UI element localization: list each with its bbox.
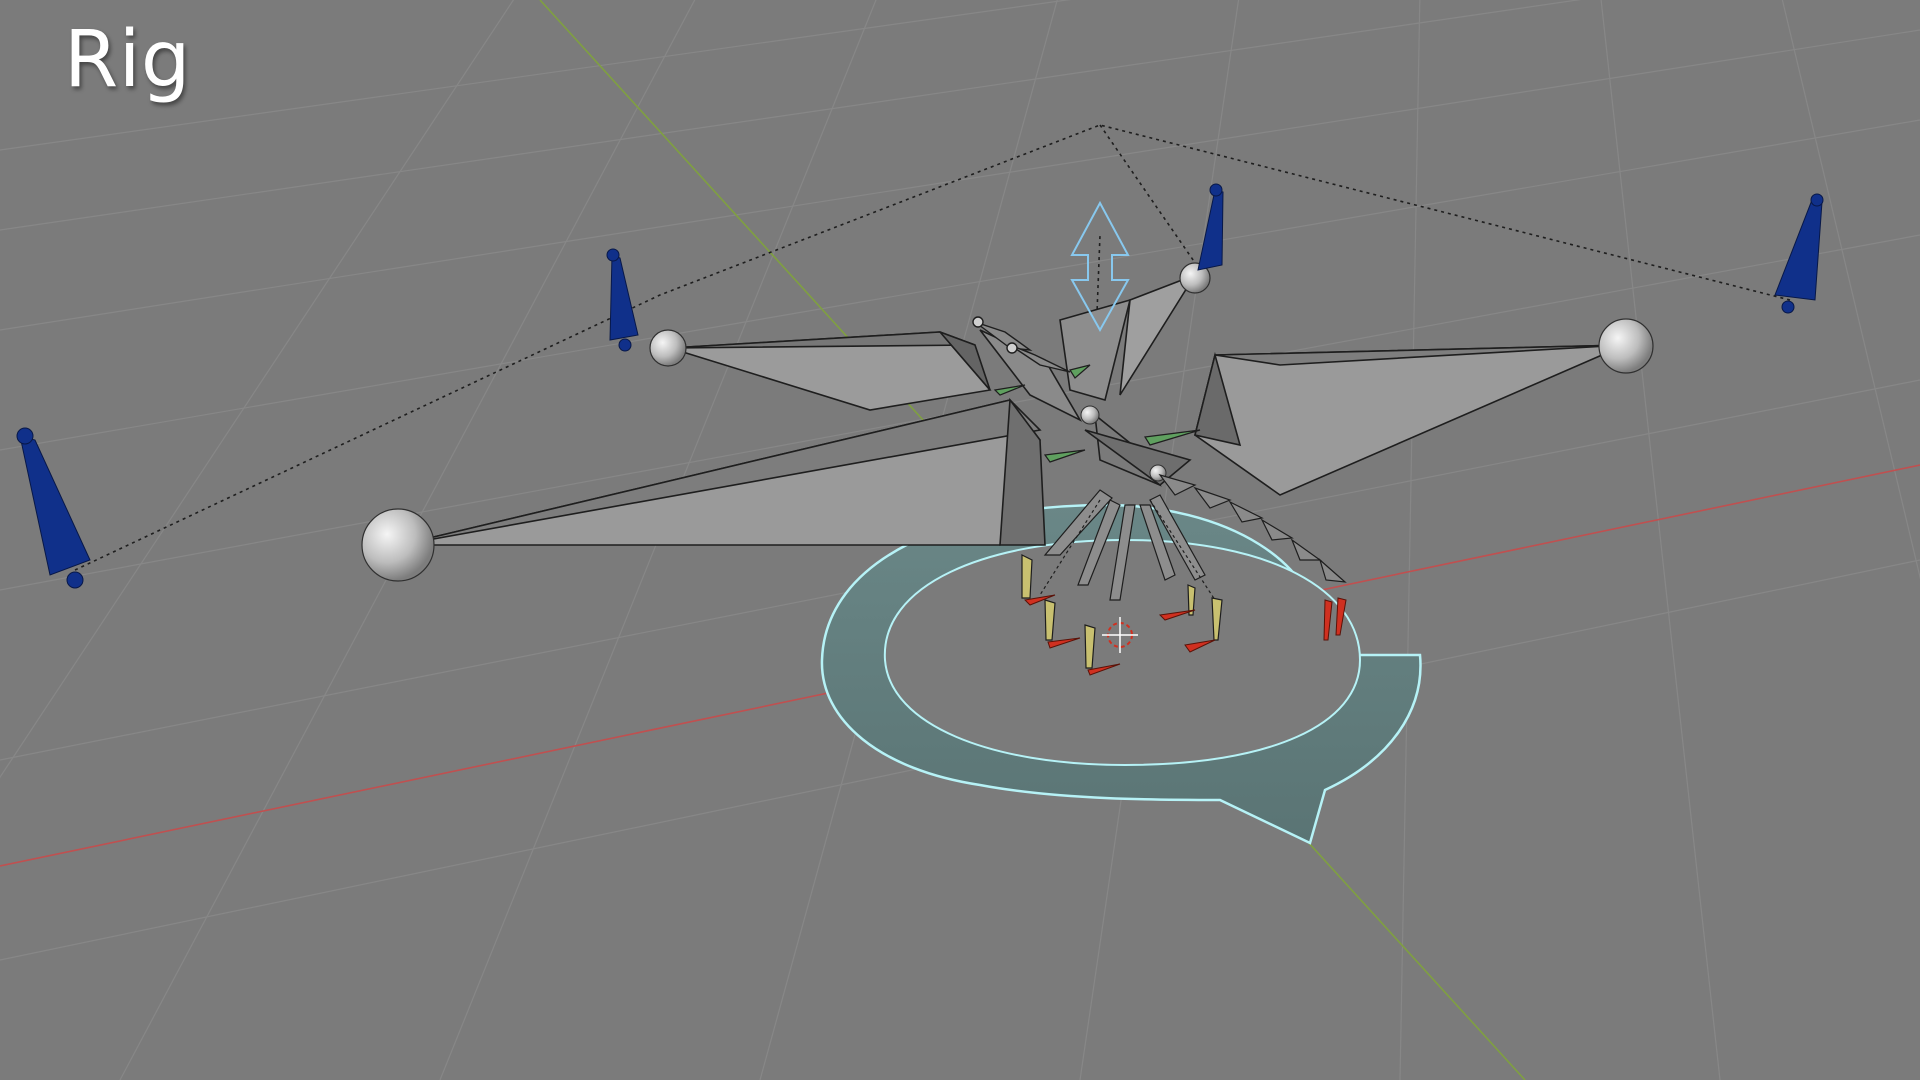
viewport-title: Rig — [64, 15, 191, 105]
ik-target-center[interactable] — [1197, 183, 1224, 271]
chest-joint[interactable] — [1080, 405, 1100, 425]
wing-joint-left-lower[interactable] — [361, 508, 435, 582]
wing-joint-left-upper[interactable] — [649, 329, 687, 367]
3d-viewport[interactable]: Rig — [0, 0, 1920, 1080]
ik-target-left-far[interactable] — [16, 427, 91, 589]
wing-bone-right[interactable] — [1194, 344, 1626, 496]
ik-target-left-near[interactable] — [606, 248, 639, 352]
scene-canvas[interactable] — [0, 0, 1920, 1080]
wing-bone-left-lower[interactable] — [399, 397, 1046, 546]
wing-joint-right[interactable] — [1598, 318, 1654, 374]
ik-target-right[interactable] — [1774, 193, 1824, 314]
wing-bone-left-upper[interactable] — [669, 331, 992, 411]
